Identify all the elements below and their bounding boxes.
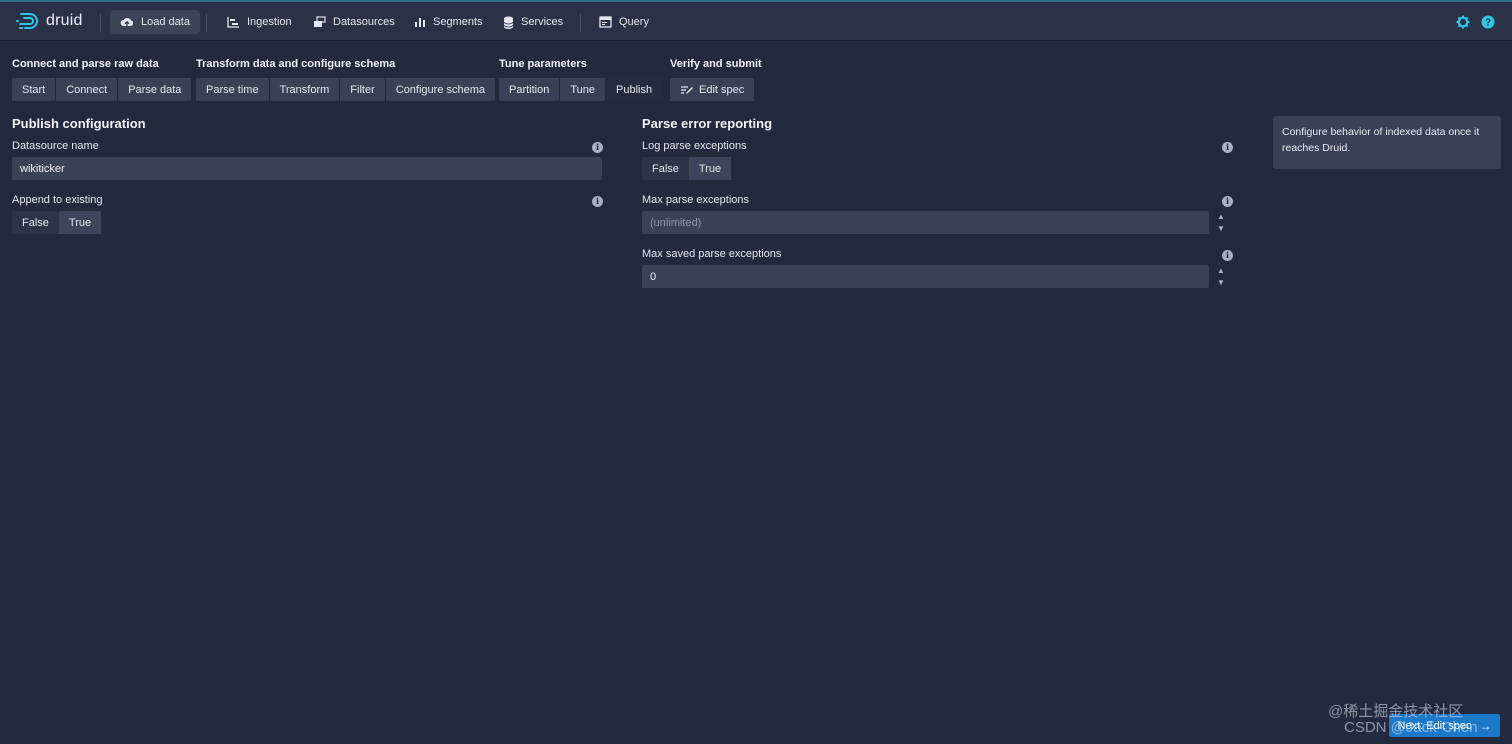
- step-group-transform: Transform data and configure schema Pars…: [196, 58, 496, 101]
- info-icon[interactable]: i: [1222, 142, 1233, 153]
- watermark-csdn: CSDN @Jack-Chen: [1344, 719, 1478, 736]
- step-start[interactable]: Start: [12, 78, 56, 101]
- step-group-connect: Connect and parse raw data Start Connect…: [12, 58, 192, 101]
- info-icon[interactable]: i: [592, 142, 603, 153]
- max-saved-parse-exceptions-label: Max saved parse exceptions: [642, 248, 782, 260]
- step-tune[interactable]: Tune: [560, 78, 606, 101]
- decrement-button[interactable]: ▼: [1209, 277, 1233, 289]
- info-icon[interactable]: i: [1222, 250, 1233, 261]
- nav-services-label: Services: [521, 16, 564, 28]
- increment-button[interactable]: ▲: [1209, 265, 1233, 277]
- help-icon[interactable]: ?: [1481, 15, 1495, 29]
- step-group-verify: Verify and submit Edit spec: [670, 58, 762, 101]
- nav-load-data-label: Load data: [141, 16, 190, 28]
- log-parse-toggle: False True: [642, 157, 732, 180]
- database-icon: [503, 16, 514, 29]
- nav-datasources-label: Datasources: [333, 16, 395, 28]
- cloud-upload-icon: [120, 17, 134, 27]
- step-group-title: Connect and parse raw data: [12, 58, 159, 70]
- gear-icon[interactable]: [1456, 15, 1470, 29]
- max-saved-parse-exceptions-input[interactable]: 0: [642, 265, 1209, 288]
- max-parse-exceptions-label: Max parse exceptions: [642, 194, 749, 206]
- step-parse-data[interactable]: Parse data: [118, 78, 192, 101]
- druid-logo-icon: [16, 13, 38, 29]
- nav-ingestion-label: Ingestion: [247, 16, 292, 28]
- append-toggle: False True: [12, 211, 102, 234]
- nav-divider: [206, 14, 207, 32]
- top-navbar: druid Load data Ingestion Datasources Se…: [0, 0, 1512, 41]
- step-group-title: Tune parameters: [499, 58, 587, 70]
- log-false-option[interactable]: False: [642, 157, 689, 180]
- step-connect[interactable]: Connect: [56, 78, 118, 101]
- application-icon: [599, 16, 612, 28]
- decrement-button[interactable]: ▼: [1209, 223, 1233, 235]
- publish-config-title: Publish configuration: [12, 116, 146, 131]
- nav-query-label: Query: [619, 16, 649, 28]
- nav-datasources[interactable]: Datasources: [303, 10, 405, 34]
- max-parse-stepper: ▲ ▼: [1209, 211, 1233, 234]
- nav-query[interactable]: Query: [589, 10, 659, 34]
- step-group-tune: Tune parameters Partition Tune Publish: [499, 58, 663, 101]
- parse-error-title: Parse error reporting: [642, 116, 773, 131]
- arrow-right-icon: →: [1479, 718, 1492, 733]
- nav-ingestion[interactable]: Ingestion: [217, 10, 302, 34]
- nav-services[interactable]: Services: [493, 10, 573, 34]
- logo-text: druid: [46, 12, 83, 29]
- nav-divider: [580, 14, 581, 32]
- multi-select-icon: [314, 16, 326, 27]
- max-saved-stepper: ▲ ▼: [1209, 265, 1233, 288]
- step-edit-spec[interactable]: Edit spec: [670, 78, 755, 101]
- watermark-juejin: @稀土掘金技术社区: [1328, 703, 1464, 720]
- log-true-option[interactable]: True: [688, 157, 732, 180]
- nav-divider: [100, 14, 101, 32]
- datasource-name-input[interactable]: wikiticker: [12, 157, 602, 180]
- step-partition[interactable]: Partition: [499, 78, 560, 101]
- svg-text:?: ?: [1485, 18, 1491, 29]
- step-group-title: Transform data and configure schema: [196, 58, 396, 70]
- info-icon[interactable]: i: [1222, 196, 1233, 207]
- druid-logo[interactable]: druid: [16, 11, 83, 31]
- nav-segments-label: Segments: [433, 16, 483, 28]
- step-configure-schema[interactable]: Configure schema: [385, 78, 496, 101]
- max-parse-exceptions-input[interactable]: (unlimited): [642, 211, 1209, 234]
- step-transform[interactable]: Transform: [269, 78, 340, 101]
- stacked-chart-icon: [415, 18, 425, 27]
- append-to-existing-label: Append to existing: [12, 194, 103, 206]
- log-parse-exceptions-label: Log parse exceptions: [642, 140, 747, 152]
- append-true-option[interactable]: True: [58, 211, 102, 234]
- gantt-chart-icon: [227, 17, 239, 28]
- info-icon[interactable]: i: [592, 196, 603, 207]
- step-publish[interactable]: Publish: [606, 78, 663, 101]
- step-edit-spec-label: Edit spec: [699, 83, 745, 96]
- append-false-option[interactable]: False: [12, 211, 59, 234]
- increment-button[interactable]: ▲: [1209, 211, 1233, 223]
- info-callout: Configure behavior of indexed data once …: [1273, 116, 1501, 169]
- step-group-title: Verify and submit: [670, 58, 762, 70]
- step-filter[interactable]: Filter: [340, 78, 385, 101]
- nav-load-data[interactable]: Load data: [110, 10, 200, 34]
- edit-spec-icon: [681, 85, 693, 94]
- step-parse-time[interactable]: Parse time: [196, 78, 269, 101]
- datasource-name-label: Datasource name: [12, 140, 99, 152]
- nav-segments[interactable]: Segments: [404, 10, 493, 34]
